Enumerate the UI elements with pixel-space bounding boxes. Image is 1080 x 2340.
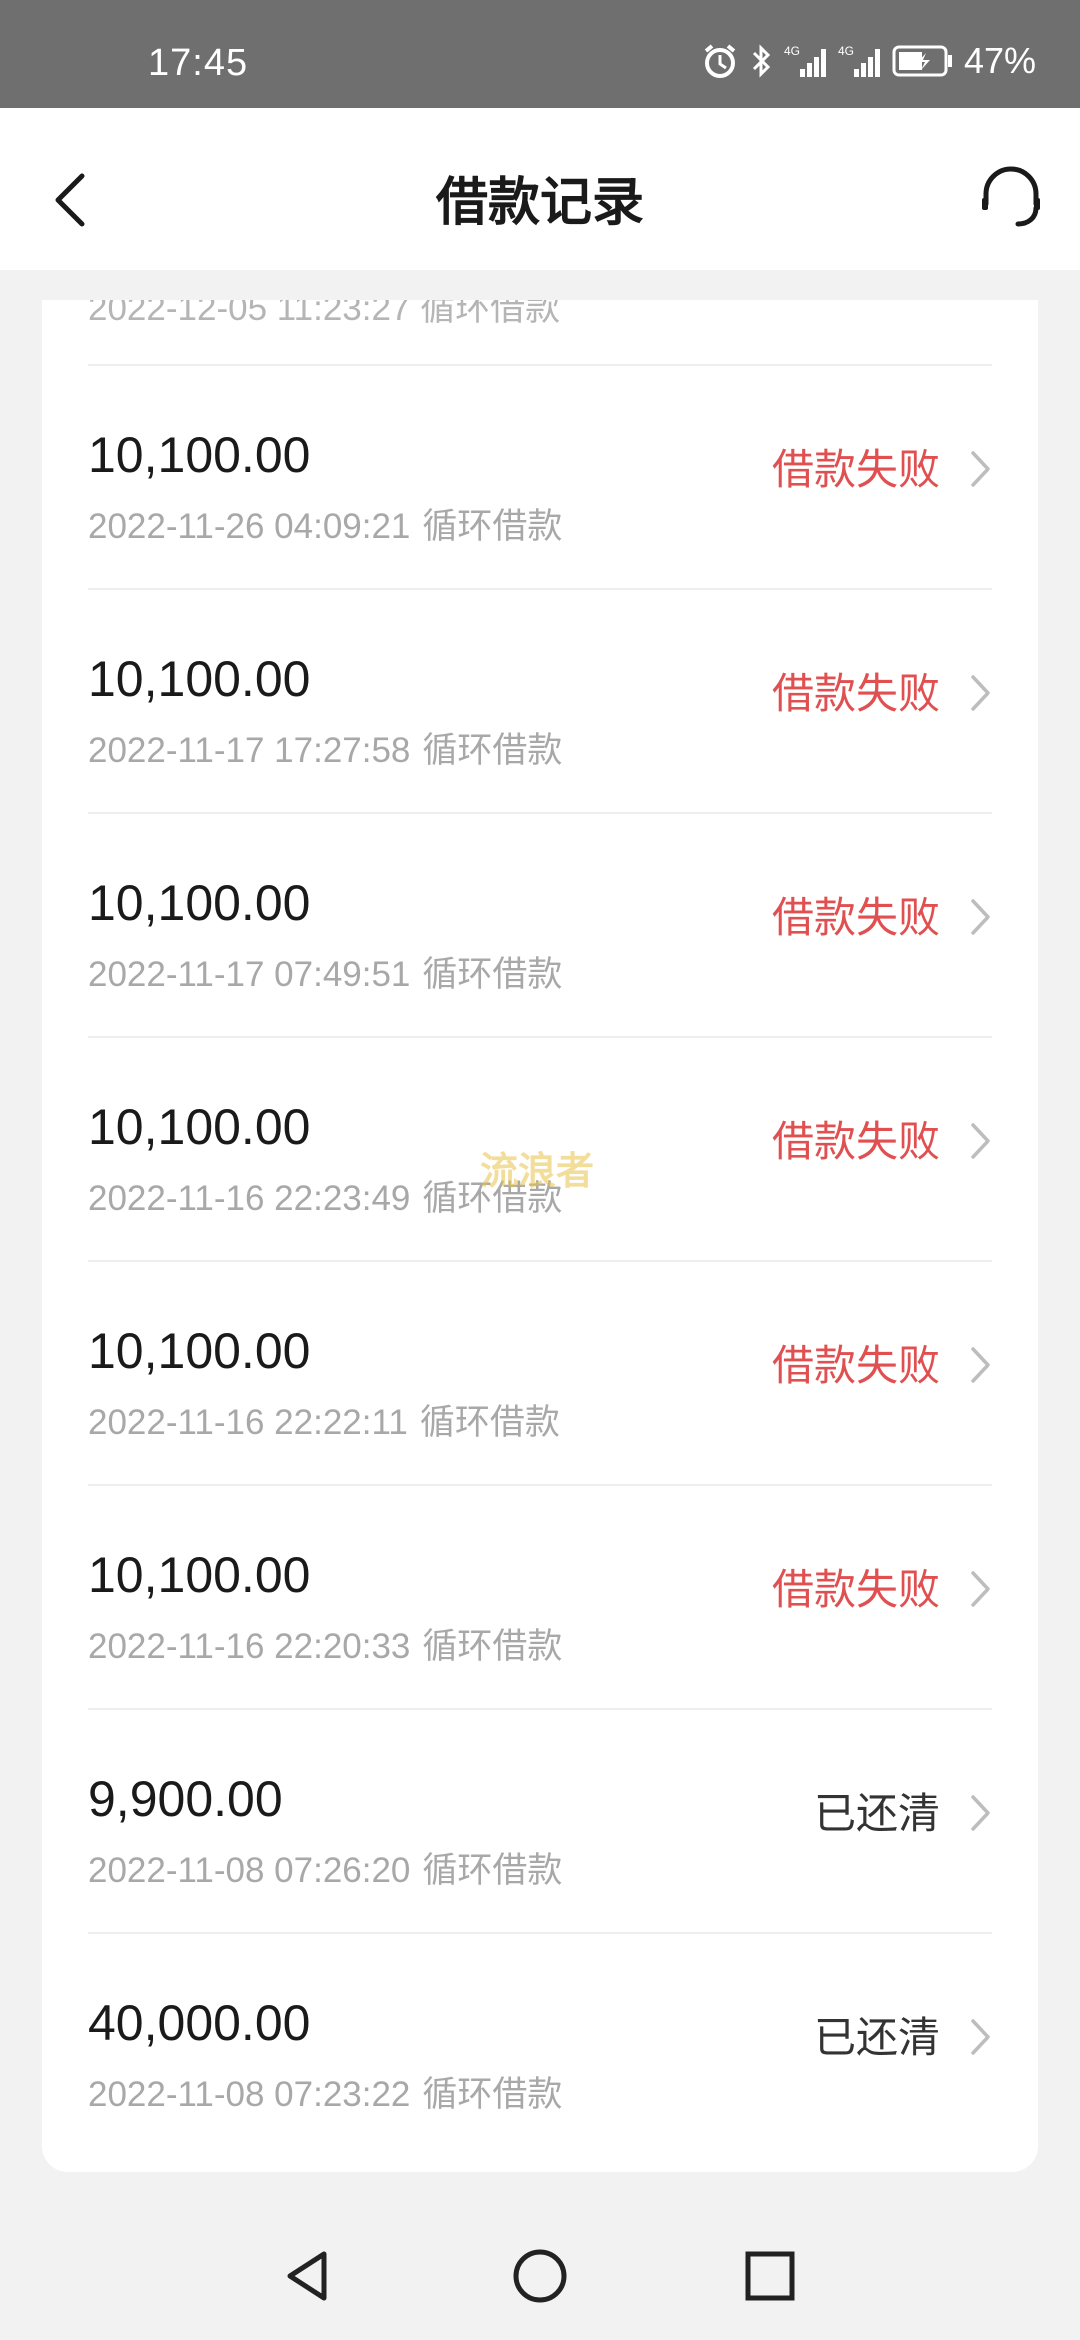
chevron-right-icon [971, 1123, 990, 1159]
list-item[interactable]: 40,000.00 2022-11-08 07:23:22 循环借款 已还清 [88, 1934, 992, 2156]
bluetooth-icon [752, 44, 771, 78]
record-datetime: 2022-11-08 07:26:20 [88, 1851, 411, 1890]
record-datetime: 2022-11-16 22:20:33 [88, 1627, 411, 1666]
record-status: 借款失败 [771, 894, 940, 941]
chevron-right-icon [971, 1571, 990, 1607]
loan-record-list: 10,100.00 2022-11-26 04:09:21 循环借款 借款失败 10,1… [88, 366, 992, 2156]
record-amount: 10,100.00 [88, 427, 311, 483]
record-type: 循环借款 [419, 1403, 560, 1442]
record-amount: 40,000.00 [88, 1995, 311, 2051]
record-amount: 10,100.00 [88, 1547, 311, 1603]
record-meta: 2022-11-26 04:09:21 循环借款 [88, 498, 562, 549]
record-status: 借款失败 [771, 1342, 940, 1389]
record-datetime: 2022-11-16 22:23:49 [88, 1179, 411, 1218]
battery-icon [892, 45, 952, 77]
record-status: 借款失败 [771, 1566, 940, 1613]
record-meta: 2022-11-17 17:27:58 循环借款 [88, 722, 562, 773]
list-item[interactable]: 10,100.00 2022-11-17 17:27:58 循环借款 借款失败 [88, 590, 992, 814]
record-datetime: 2022-11-26 04:09:21 [88, 507, 411, 546]
record-status: 借款失败 [771, 670, 940, 717]
record-type: 循环借款 [422, 2075, 563, 2114]
status-icons: 4G 4G 47% [700, 36, 1036, 86]
record-type: 循环借款 [422, 955, 563, 994]
status-time: 17:45 [148, 42, 249, 84]
record-status: 已还清 [813, 1790, 940, 1837]
record-amount: 10,100.00 [88, 651, 311, 707]
record-meta: 2022-11-16 22:20:33 循环借款 [88, 1618, 562, 1669]
header: 借款记录 [0, 108, 1080, 270]
record-datetime: 2022-12-05 11:23:27 循环借款 [88, 300, 561, 328]
record-type: 循环借款 [422, 1851, 563, 1890]
record-type: 循环借款 [422, 1627, 563, 1666]
record-type: 循环借款 [422, 507, 563, 546]
chevron-right-icon [971, 2019, 990, 2055]
list-item[interactable]: 10,100.00 2022-11-16 22:20:33 循环借款 借款失败 [88, 1486, 992, 1710]
headset-icon[interactable] [978, 164, 1044, 230]
loan-record-card: 2022-12-05 11:23:27 循环借款 10,100.00 2022-1… [42, 300, 1038, 2172]
system-nav-bar [0, 2210, 1080, 2340]
record-datetime: 2022-11-17 07:49:51 [88, 955, 411, 994]
svg-text:4G: 4G [784, 44, 800, 58]
list-item[interactable]: 9,900.00 2022-11-08 07:26:20 循环借款 已还清 [88, 1710, 992, 1934]
triangle-back-icon[interactable] [276, 2244, 340, 2308]
record-meta: 2022-11-08 07:23:22 循环借款 [88, 2066, 562, 2117]
square-recent-icon[interactable] [738, 2244, 802, 2308]
svg-text:4G: 4G [838, 44, 854, 58]
record-amount: 10,100.00 [88, 1099, 311, 1155]
list-item[interactable]: 10,100.00 2022-11-26 04:09:21 循环借款 借款失败 [88, 366, 992, 590]
chevron-right-icon [971, 1795, 990, 1831]
record-amount: 10,100.00 [88, 1323, 311, 1379]
page-title: 借款记录 [435, 174, 644, 232]
record-meta: 2022-11-17 07:49:51 循环借款 [88, 946, 562, 997]
circle-home-icon[interactable] [508, 2244, 572, 2308]
alarm-icon [704, 44, 736, 78]
battery-percent: 47% [963, 40, 1036, 81]
record-meta: 2022-11-16 22:22:11 循环借款 [88, 1394, 560, 1445]
chevron-right-icon [971, 451, 990, 487]
record-datetime: 2022-11-17 17:27:58 [88, 731, 411, 770]
record-status: 已还清 [813, 2014, 940, 2061]
status-bar: 17:45 4G 4G 47% [0, 0, 1080, 108]
chevron-right-icon [971, 899, 990, 935]
watermark: 流浪者 [480, 1151, 595, 1193]
record-status: 借款失败 [771, 446, 940, 493]
record-type: 循环借款 [422, 731, 563, 770]
record-status: 借款失败 [771, 1118, 940, 1165]
chevron-right-icon [971, 675, 990, 711]
chevron-right-icon [971, 1347, 990, 1383]
list-item-partial[interactable]: 2022-12-05 11:23:27 循环借款 [88, 300, 992, 366]
list-item[interactable]: 10,100.00 2022-11-16 22:22:11 循环借款 借款失败 [88, 1262, 992, 1486]
record-meta: 2022-11-08 07:26:20 循环借款 [88, 1842, 562, 1893]
record-amount: 9,900.00 [88, 1771, 283, 1827]
list-item[interactable]: 10,100.00 2022-11-17 07:49:51 循环借款 借款失败 [88, 814, 992, 1038]
record-datetime: 2022-11-08 07:23:22 [88, 2075, 411, 2114]
record-datetime: 2022-11-16 22:22:11 [88, 1403, 408, 1442]
record-amount: 10,100.00 [88, 875, 311, 931]
signal-4g-icon: 4G [784, 44, 826, 77]
signal-4g-icon: 4G [838, 44, 880, 77]
